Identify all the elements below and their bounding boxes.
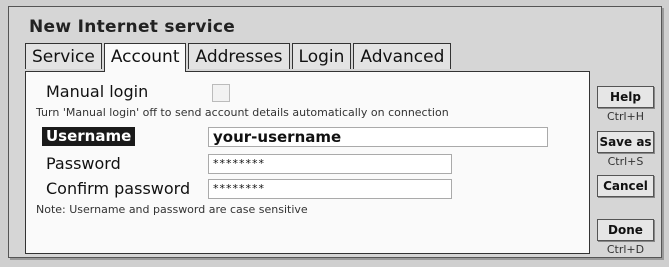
help-shortcut: Ctrl+H	[606, 110, 645, 123]
username-field[interactable]: your-username	[208, 127, 548, 147]
cancel-button[interactable]: Cancel	[597, 175, 654, 197]
password-label: Password	[46, 154, 121, 173]
case-sensitive-note: Note: Username and password are case sen…	[36, 203, 308, 216]
tab-account[interactable]: Account	[103, 43, 187, 72]
tab-addresses[interactable]: Addresses	[188, 43, 290, 69]
manual-login-hint: Turn 'Manual login' off to send account …	[36, 106, 449, 119]
manual-login-label: Manual login	[46, 82, 149, 101]
help-button[interactable]: Help	[597, 86, 654, 108]
save-as-shortcut: Ctrl+S	[607, 155, 644, 168]
done-button[interactable]: Done	[597, 219, 654, 241]
dialog-title: New Internet service	[29, 17, 236, 37]
password-field[interactable]: ********	[208, 154, 452, 174]
save-as-button[interactable]: Save as	[597, 131, 654, 153]
done-shortcut: Ctrl+D	[606, 243, 645, 256]
username-label: Username	[42, 127, 136, 146]
new-internet-service-dialog: New Internet service Service Account Add…	[8, 6, 662, 258]
tab-service[interactable]: Service	[25, 43, 102, 69]
confirm-password-field[interactable]: ********	[208, 179, 452, 199]
account-panel: Manual login Turn 'Manual login' off to …	[25, 71, 590, 254]
tab-advanced[interactable]: Advanced	[353, 43, 452, 69]
manual-login-checkbox[interactable]	[212, 84, 230, 102]
tab-login[interactable]: Login	[291, 43, 352, 69]
tab-bar: Service Account Addresses Login Advanced	[25, 43, 453, 72]
confirm-password-label: Confirm password	[46, 179, 191, 198]
